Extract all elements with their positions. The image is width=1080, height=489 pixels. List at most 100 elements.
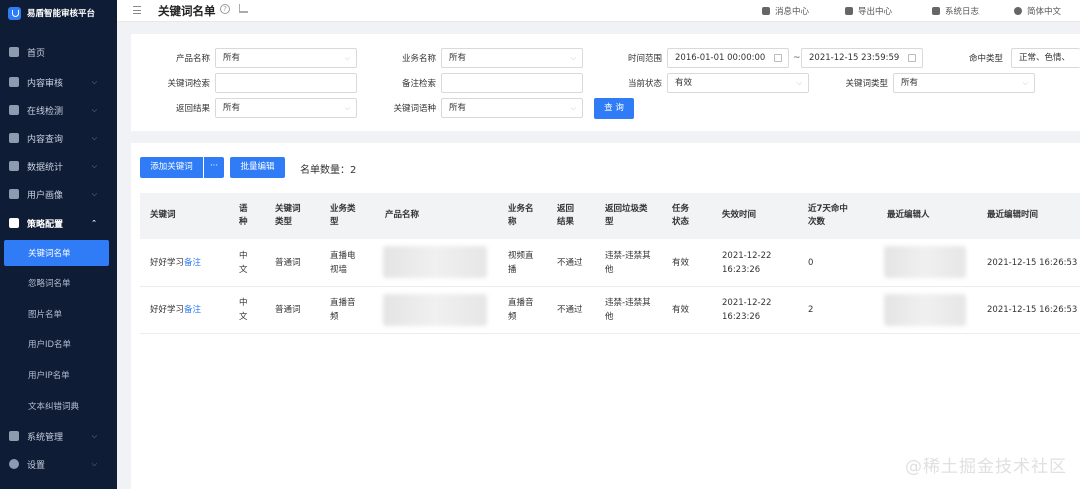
- remark-search-input[interactable]: [441, 73, 583, 93]
- keyword-search-input[interactable]: [215, 73, 357, 93]
- sidebar-item-strategy[interactable]: 策略配置 ⌃: [0, 210, 117, 236]
- monitor-icon: [9, 105, 19, 115]
- sidebar-sub-label: 文本纠错词典: [28, 402, 80, 412]
- cell-spam-type: 违禁-违禁其他: [605, 298, 651, 322]
- keyword-text: 好好学习: [150, 305, 185, 315]
- remark-link[interactable]: 备注: [184, 305, 201, 315]
- keyword-type-select[interactable]: 所有 ⌵: [893, 73, 1035, 93]
- sidebar-sub-user-ip-list[interactable]: 用户IP名单: [0, 362, 117, 388]
- sidebar-item-system[interactable]: 系统管理 ⌵: [0, 423, 117, 449]
- cell-lang: 中文: [239, 251, 248, 275]
- redacted-editor: [884, 246, 966, 278]
- keyword-lang-label: 关键词语种: [393, 104, 436, 114]
- sidebar-item-label: 内容查询: [27, 134, 64, 145]
- gear-icon: [9, 459, 19, 469]
- keyword-text: 好好学习: [150, 258, 185, 268]
- remark-search-label: 备注检索: [401, 79, 436, 89]
- result-select[interactable]: 所有 ⌵: [215, 98, 357, 118]
- export-center-link[interactable]: 导出中心: [845, 5, 892, 17]
- language-link[interactable]: 简体中文: [1014, 5, 1061, 17]
- business-label: 业务名称: [401, 54, 436, 64]
- menu-toggle-icon[interactable]: [133, 6, 141, 14]
- sidebar-item-online-detect[interactable]: 在线检测 ⌵: [0, 97, 117, 123]
- sidebar-sub-correction-dict[interactable]: 文本纠错词典: [0, 393, 117, 419]
- app-title: 易盾智能审核平台: [27, 9, 96, 19]
- sidebar-item-label: 设置: [27, 460, 46, 471]
- sidebar-item-home[interactable]: 首页: [0, 39, 117, 65]
- batch-edit-button[interactable]: 批量编辑: [230, 157, 285, 178]
- sidebar-sub-keyword-list[interactable]: 关键词名单: [4, 240, 109, 266]
- hit-type-label: 命中类型: [968, 54, 1003, 64]
- select-value: 所有: [901, 78, 919, 88]
- row-divider: [140, 286, 1080, 287]
- status-select[interactable]: 有效 ⌵: [667, 73, 809, 93]
- select-value: 2016-01-01 00:00:00: [675, 53, 766, 63]
- add-keyword-button[interactable]: 添加关键词: [140, 157, 203, 178]
- sidebar-item-content-review[interactable]: 内容审核 ⌵: [0, 69, 117, 95]
- redacted-editor: [884, 294, 966, 326]
- row-divider: [140, 333, 1080, 334]
- redacted-product-name: [383, 294, 487, 326]
- sidebar-item-label: 在线检测: [27, 106, 64, 117]
- sidebar-item-label: 数据统计: [27, 162, 64, 173]
- link-label: 消息中心: [775, 7, 810, 17]
- chevron-down-icon: ⌵: [91, 189, 97, 198]
- link-label: 简体中文: [1027, 7, 1062, 17]
- col-return-result: 返回结果: [557, 204, 575, 227]
- sidebar-sub-user-id-list[interactable]: 用户ID名单: [0, 331, 117, 357]
- cell-expire-time: 2021-12-22 16:23:26: [722, 251, 772, 275]
- calendar-icon: [908, 54, 916, 62]
- more-options-button[interactable]: ···: [204, 157, 224, 178]
- sidebar-item-statistics[interactable]: 数据统计 ⌵: [0, 153, 117, 179]
- remark-link[interactable]: 备注: [184, 258, 201, 268]
- col-lang: 语种: [239, 204, 248, 227]
- system-log-link[interactable]: 系统日志: [932, 5, 979, 17]
- grid-icon: [9, 47, 19, 57]
- chart-icon[interactable]: [239, 4, 248, 13]
- calendar-icon: [774, 54, 782, 62]
- time-end-input[interactable]: 2021-12-15 23:59:59: [801, 48, 923, 68]
- keyword-lang-select[interactable]: 所有 ⌵: [441, 98, 583, 118]
- cell-edit-time: 2021-12-15 16:26:53: [987, 258, 1078, 268]
- shield-logo-icon: [8, 6, 21, 20]
- link-label: 系统日志: [945, 7, 980, 17]
- top-bar: 关键词名单 ? 消息中心 导出中心 系统日志 简体中文: [117, 0, 1080, 22]
- app-logo: 易盾智能审核平台: [0, 0, 117, 26]
- cell-return-result: 不通过: [557, 305, 583, 315]
- message-center-link[interactable]: 消息中心: [762, 5, 809, 17]
- sidebar-sub-ignore-list[interactable]: 忽略词名单: [0, 270, 117, 296]
- product-select[interactable]: 所有 ⌵: [215, 48, 357, 68]
- time-start-input[interactable]: 2016-01-01 00:00:00: [667, 48, 789, 68]
- sidebar-item-settings[interactable]: 设置 ⌵: [0, 451, 117, 477]
- pie-chart-icon: [9, 161, 19, 171]
- select-value: 正常、色情、: [1019, 53, 1071, 63]
- list-count: 名单数量：2: [300, 161, 356, 176]
- col-keyword-type: 关键词类型: [275, 204, 301, 227]
- hit-type-select[interactable]: 正常、色情、: [1011, 48, 1080, 68]
- chevron-up-icon: ⌃: [91, 219, 97, 227]
- col-last-edit-time: 最近编辑时间: [987, 210, 1039, 220]
- help-icon[interactable]: ?: [220, 4, 230, 14]
- sidebar-item-user-profile[interactable]: 用户画像 ⌵: [0, 181, 117, 207]
- select-value: 所有: [449, 53, 467, 63]
- sidebar-sub-label: 用户ID名单: [28, 340, 72, 350]
- watermark: @稀土掘金技术社区: [905, 457, 1067, 477]
- time-separator: ~: [793, 53, 801, 63]
- col-last-editor: 最近编辑人: [887, 210, 930, 220]
- sidebar-item-content-query[interactable]: 内容查询 ⌵: [0, 125, 117, 151]
- business-select[interactable]: 所有 ⌵: [441, 48, 583, 68]
- redacted-product-name: [383, 246, 487, 278]
- query-button[interactable]: 查 询: [594, 98, 634, 119]
- chevron-down-icon: ⌵: [91, 133, 97, 142]
- globe-icon: [1014, 7, 1022, 15]
- cell-expire-time: 2021-12-22 16:23:26: [722, 298, 772, 322]
- cell-spam-type: 违禁-违禁其他: [605, 251, 651, 275]
- cell-hits-7d: 0: [808, 258, 814, 268]
- user-icon: [9, 189, 19, 199]
- list-count-label: 名单数量：: [300, 165, 350, 176]
- select-value: 所有: [449, 103, 467, 113]
- time-range-label: 时间范围: [627, 54, 662, 64]
- sidebar-sub-image-list[interactable]: 图片名单: [0, 301, 117, 327]
- chevron-down-icon: ⌵: [796, 79, 802, 87]
- keyword-type-label: 关键词类型: [845, 79, 888, 89]
